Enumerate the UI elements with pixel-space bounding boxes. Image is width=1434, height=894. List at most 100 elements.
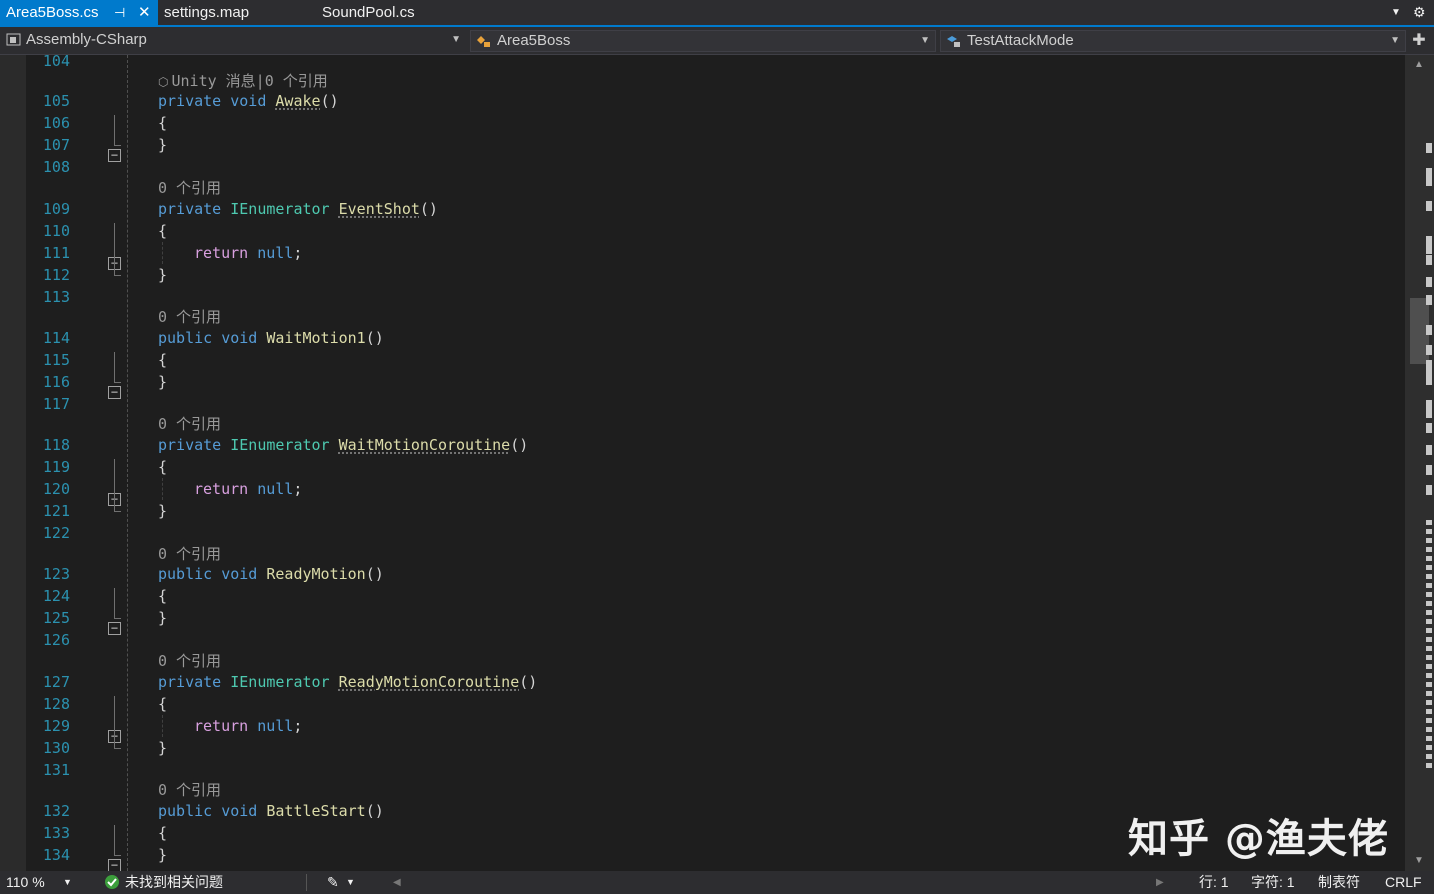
line-number: 107 <box>42 136 70 154</box>
pin-icon[interactable]: ⊣ <box>114 0 125 25</box>
chevron-down-icon[interactable]: ▼ <box>346 871 355 894</box>
code-line: 109 private IEnumerator EventShot() <box>0 198 1405 220</box>
zoom-level[interactable]: 110 % <box>6 871 45 894</box>
access-modifier: private <box>158 92 222 110</box>
scrollbar-mark <box>1426 201 1432 211</box>
open-brace: { <box>158 587 168 605</box>
scroll-down-icon[interactable]: ▼ <box>1414 855 1424 866</box>
gear-icon[interactable]: ⚙ <box>1413 0 1426 25</box>
parameter-list: () <box>365 329 384 347</box>
line-ending[interactable]: CRLF <box>1385 871 1422 894</box>
scrollbar-mark <box>1426 547 1432 552</box>
code-text: } <box>158 737 167 759</box>
code-text: private IEnumerator WaitMotionCoroutine(… <box>158 434 528 456</box>
collapse-toggle-icon[interactable]: − <box>108 149 121 162</box>
dropdown-arrow-icon[interactable]: ▼ <box>1391 0 1401 25</box>
codelens-reference-count[interactable]: 0 个引用 <box>158 413 221 435</box>
line-number: 120 <box>42 480 70 498</box>
char-indicator[interactable]: 字符: 1 <box>1251 871 1295 894</box>
open-brace: { <box>158 695 168 713</box>
vertical-scrollbar[interactable]: ▲ ▼ <box>1405 55 1434 871</box>
class-dropdown[interactable]: Area5Boss ▼ <box>470 30 936 52</box>
close-brace: } <box>158 373 168 391</box>
scroll-right-icon[interactable]: ▶ <box>1156 871 1164 894</box>
null-keyword: null <box>257 717 294 735</box>
code-editor[interactable]: 104 105 private void Awake() 106{107} 108 109… <box>0 55 1405 871</box>
codelens-reference-count[interactable]: 0 个引用 <box>158 543 221 565</box>
collapse-toggle-icon[interactable]: − <box>108 859 121 871</box>
indent-mode[interactable]: 制表符 <box>1318 871 1360 894</box>
code-text: } <box>158 134 167 156</box>
codelens-text: 0 个引用 <box>158 179 222 197</box>
tab-settings-map[interactable]: settings.map <box>158 0 308 25</box>
line-number: 121 <box>42 502 70 520</box>
fold-range-end <box>114 145 121 146</box>
scrollbar-mark <box>1426 465 1432 475</box>
line-number: 112 <box>42 266 70 284</box>
issues-status[interactable]: 未找到相关问题 <box>125 871 223 894</box>
code-text: public void ReadyMotion() <box>158 563 384 585</box>
open-brace: { <box>158 114 168 132</box>
collapse-toggle-icon[interactable]: − <box>108 386 121 399</box>
parameter-list: () <box>510 436 529 454</box>
scrollbar-mark <box>1426 754 1432 759</box>
codelens-reference-count[interactable]: ⬡ Unity 消息|0 个引用 <box>158 70 328 92</box>
field-icon <box>947 36 960 47</box>
scrollbar-mark <box>1426 601 1432 606</box>
line-number: 108 <box>42 158 70 176</box>
parameter-list: () <box>320 92 339 110</box>
scroll-up-icon[interactable]: ▲ <box>1414 59 1424 70</box>
codelens-reference-count[interactable]: 0 个引用 <box>158 306 221 328</box>
semicolon: ; <box>293 717 303 735</box>
codelens-reference-count[interactable]: 0 个引用 <box>158 177 221 199</box>
return-type: IEnumerator <box>230 673 330 691</box>
close-brace: } <box>158 136 168 154</box>
tab-soundpool[interactable]: SoundPool.cs <box>316 0 466 25</box>
code-line: 118 private IEnumerator WaitMotionCorouti… <box>0 434 1405 456</box>
scrollbar-mark <box>1426 745 1432 750</box>
project-dropdown[interactable]: Assembly-CSharp ▼ <box>2 30 466 52</box>
method-name: ReadyMotion <box>266 565 366 583</box>
line-indicator[interactable]: 行: 1 <box>1199 871 1229 894</box>
scroll-left-icon[interactable]: ◀ <box>393 871 401 894</box>
csharp-project-icon <box>6 33 21 46</box>
code-line: 129 return null; <box>0 715 1405 737</box>
code-line: 120 return null; <box>0 478 1405 500</box>
codelens-reference-count[interactable]: 0 个引用 <box>158 779 221 801</box>
class-name: Area5Boss <box>497 32 571 49</box>
fold-range-line <box>114 459 115 511</box>
method-name: ReadyMotionCoroutine <box>338 673 520 691</box>
line-number: 124 <box>42 587 70 605</box>
chevron-down-icon: ▼ <box>451 34 461 45</box>
return-keyword: return <box>194 244 249 262</box>
line-number: 123 <box>42 565 70 583</box>
fold-range-line <box>114 588 115 618</box>
code-text: public void WaitMotion1() <box>158 327 384 349</box>
close-icon[interactable]: ✕ <box>138 0 151 25</box>
code-line: 116} <box>0 371 1405 393</box>
brush-icon[interactable]: ✎ <box>327 871 339 894</box>
member-dropdown[interactable]: TestAttackMode ▼ <box>940 30 1406 52</box>
fold-range-end <box>114 275 121 276</box>
zoom-dropdown-icon[interactable]: ▼ <box>63 871 72 894</box>
code-text: } <box>158 607 167 629</box>
scrollbar-mark <box>1426 583 1432 588</box>
null-keyword: null <box>257 480 294 498</box>
scrollbar-mark <box>1426 255 1432 265</box>
access-modifier: private <box>158 200 222 218</box>
tab-area5boss[interactable]: Area5Boss.cs ⊣ ✕ <box>0 0 158 25</box>
split-window-icon[interactable]: ✚ <box>1408 30 1430 52</box>
scrollbar-mark <box>1426 655 1432 660</box>
collapse-toggle-icon[interactable]: − <box>108 622 121 635</box>
codelens-reference-count[interactable]: 0 个引用 <box>158 650 221 672</box>
return-type: void <box>221 565 258 583</box>
parameter-list: () <box>365 565 384 583</box>
status-bar: 110 % ▼ 未找到相关问题 ✎ ▼ ◀ ▶ 行: 1 字符: 1 制表符 C… <box>0 871 1434 894</box>
return-keyword: return <box>194 480 249 498</box>
code-line: 106 { <box>0 112 1405 134</box>
code-text: { <box>158 456 167 478</box>
line-number: 126 <box>42 631 70 649</box>
line-number: 131 <box>42 761 70 779</box>
code-line: 130} <box>0 737 1405 759</box>
code-line: 131 <box>0 759 1405 781</box>
